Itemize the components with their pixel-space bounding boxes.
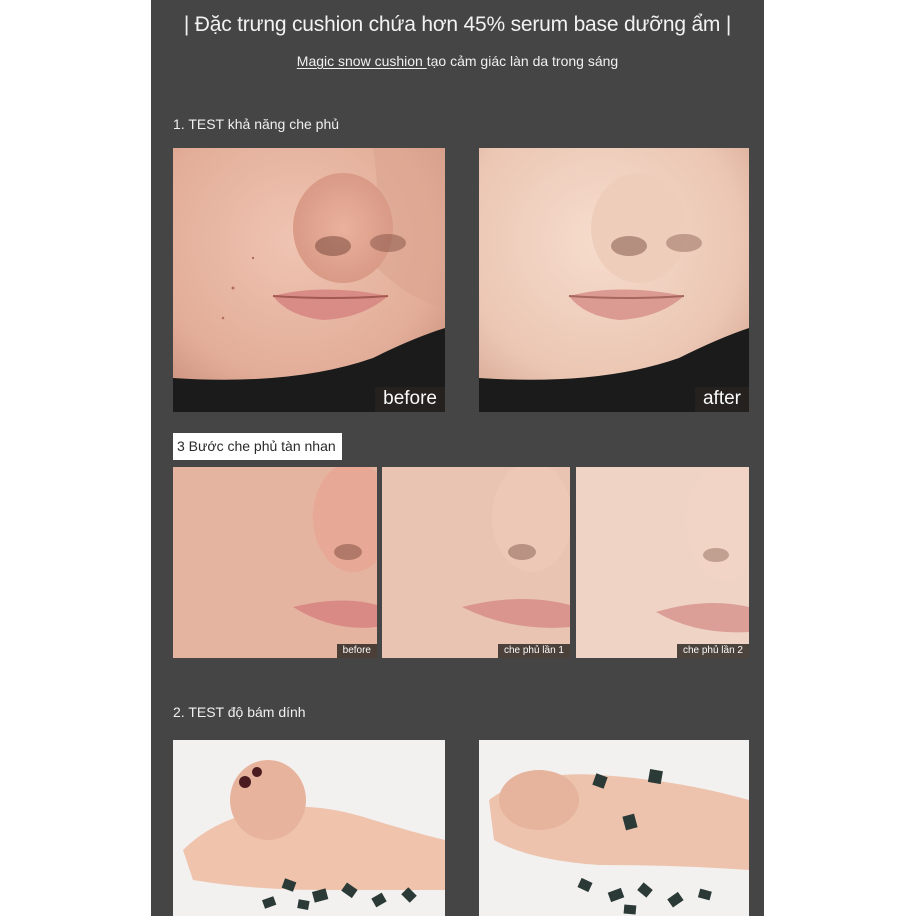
page-title: | Đặc trưng cushion chứa hơn 45% serum b…: [183, 13, 732, 36]
after-tag: after: [694, 387, 749, 412]
step-before-photo: before: [173, 467, 377, 658]
step-cover2-tag: che phủ lần 2: [676, 644, 749, 658]
step-cover2-photo: che phủ lần 2: [576, 467, 749, 658]
fist-adhesion-photo: [173, 740, 445, 916]
before-tag: before: [375, 387, 445, 412]
step-cover1-photo: che phủ lần 1: [382, 467, 570, 658]
step-before-tag: before: [336, 644, 377, 658]
product-name-link: Magic snow cushion: [296, 53, 427, 69]
subtitle: Magic snow cushion tạo cảm giác làn da t…: [151, 53, 764, 69]
step-cover1-tag: che phủ lần 1: [497, 644, 570, 658]
content-panel: | Đặc trưng cushion chứa hơn 45% serum b…: [151, 0, 764, 916]
after-face-photo: after: [479, 148, 749, 412]
subtitle-text: tạo cảm giác làn da trong sáng: [426, 53, 619, 69]
hand-adhesion-photo: [479, 740, 749, 916]
section1-heading: 1. TEST khả năng che phủ: [173, 116, 340, 132]
before-face-photo: before: [173, 148, 445, 412]
section2-heading: 2. TEST độ bám dính: [173, 704, 306, 720]
steps-label: 3 Bước che phủ tàn nhan: [173, 433, 342, 460]
